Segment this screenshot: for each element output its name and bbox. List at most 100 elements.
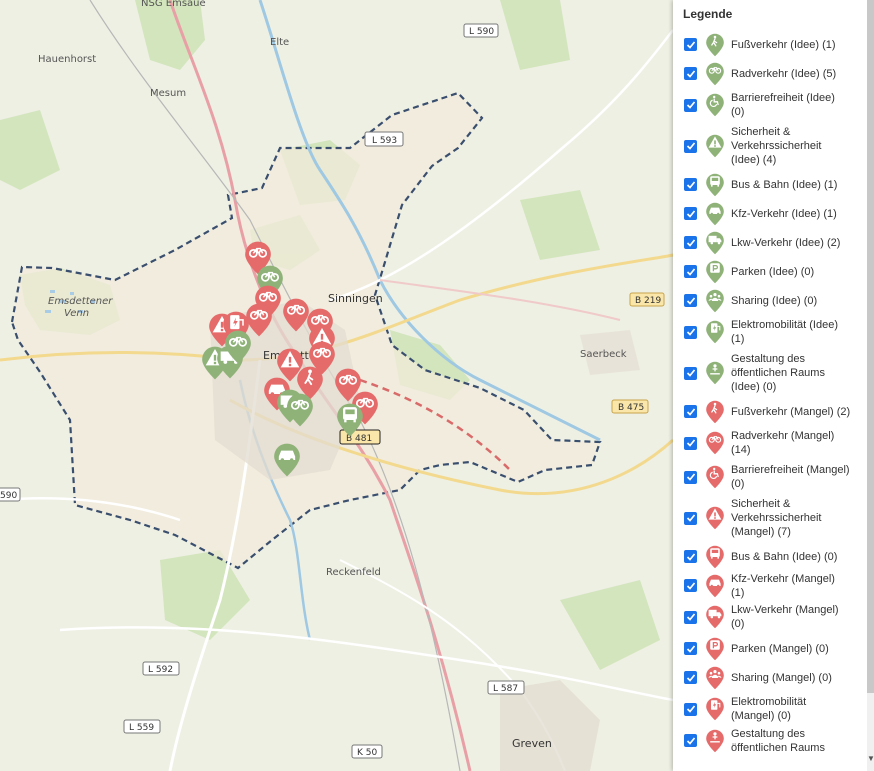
legend-item[interactable]: Parken (Idee) (0) [673, 257, 866, 286]
legend-item[interactable]: Parken (Mangel) (0) [673, 634, 866, 663]
legend-item-label: Lkw-Verkehr (Mangel) (0) [731, 604, 839, 630]
legend-item[interactable]: Bus & Bahn (Idee) (0) [673, 542, 866, 571]
wheelchair-icon [705, 465, 725, 489]
legend-item-label: Barrierefreiheit (Mangel) (0) [731, 464, 850, 490]
legend-item-label: Radverkehr (Idee) (5) [731, 67, 837, 80]
legend-checkbox[interactable] [684, 610, 697, 624]
legend-item[interactable]: Sicherheit & Verkehrssicherheit (Idee) (… [673, 122, 866, 170]
legend-item[interactable]: Gestaltung des öffentlichen Raums [673, 726, 866, 755]
legend-checkbox[interactable] [684, 579, 697, 592]
place-label-saerbeck: Saerbeck [580, 349, 627, 360]
place-label-sinningen: Sinningen [328, 292, 383, 305]
legend-item-label: Gestaltung des öffentlichen Raums [731, 727, 825, 754]
legend-item-label: Fußverkehr (Idee) (1) [731, 38, 836, 51]
bicycle-icon [705, 62, 725, 86]
legend-item-label: Parken (Idee) (0) [731, 265, 815, 278]
svg-text:L 587: L 587 [493, 684, 518, 694]
legend-item[interactable]: Kfz-Verkehr (Idee) (1) [673, 199, 866, 228]
legend-checkbox[interactable] [684, 325, 697, 339]
sharing-icon [705, 289, 725, 313]
legend-checkbox[interactable] [684, 38, 697, 51]
legend-item[interactable]: Lkw-Verkehr (Idee) (2) [673, 228, 866, 257]
legend-item[interactable]: Gestaltung des öffentlichen Raums (Idee)… [673, 349, 866, 397]
legend-item-label: Fußverkehr (Mangel) (2) [731, 405, 851, 418]
legend-item[interactable]: Fußverkehr (Idee) (1) [673, 30, 866, 59]
legend-item[interactable]: Barrierefreiheit (Idee) (0) [673, 88, 866, 122]
legend-item[interactable]: Bus & Bahn (Idee) (1) [673, 170, 866, 199]
legend-checkbox[interactable] [684, 294, 697, 307]
road-badge: L 587 [487, 680, 525, 695]
public-space-icon [705, 361, 725, 385]
svg-text:L 559: L 559 [129, 723, 154, 733]
place-label-greven: Greven [512, 737, 552, 750]
legend-checkbox[interactable] [684, 98, 697, 112]
legend-item[interactable]: Sharing (Mangel) (0) [673, 663, 866, 692]
svg-text:590: 590 [0, 491, 17, 501]
legend-checkbox[interactable] [684, 734, 697, 747]
bus-icon [705, 173, 725, 197]
legend-item-label: Kfz-Verkehr (Mangel) (1) [731, 572, 835, 599]
legend-item-label: Sharing (Mangel) (0) [731, 671, 832, 684]
place-label-venn: Venn [64, 308, 89, 319]
legend-checkbox[interactable] [684, 405, 697, 418]
legend-item[interactable]: Elektromobilität (Idee) (1) [673, 315, 866, 349]
bus-icon [705, 545, 725, 569]
bicycle-icon [705, 431, 725, 455]
place-label-elte: Elte [270, 37, 289, 48]
legend-item[interactable]: Kfz-Verkehr (Mangel) (1) [673, 571, 866, 600]
svg-text:B 219: B 219 [635, 296, 661, 306]
legend-checkbox[interactable] [684, 265, 697, 278]
legend-checkbox[interactable] [684, 702, 697, 716]
legend-checkbox[interactable] [684, 511, 697, 525]
legend-item[interactable]: Barrierefreiheit (Mangel) (0) [673, 460, 866, 494]
legend-scrollbar-thumb[interactable] [867, 0, 874, 693]
pedestrian-icon [705, 33, 725, 57]
svg-text:L 592: L 592 [148, 665, 173, 675]
legend-item[interactable]: Radverkehr (Idee) (5) [673, 59, 866, 88]
legend-item-label: Gestaltung des öffentlichen Raums (Idee)… [731, 353, 825, 393]
truck-icon [705, 231, 725, 255]
legend-item-label: Elektromobilität (Idee) (1) [731, 319, 838, 345]
legend-item-label: Bus & Bahn (Idee) (1) [731, 178, 838, 191]
legend-checkbox[interactable] [684, 671, 697, 684]
legend-item[interactable]: Fußverkehr (Mangel) (2) [673, 397, 866, 426]
svg-text:L 593: L 593 [372, 136, 397, 146]
scroll-down-arrow-icon[interactable]: ▼ [867, 755, 874, 763]
legend-checkbox[interactable] [684, 470, 697, 484]
legend-item[interactable]: Sharing (Idee) (0) [673, 286, 866, 315]
legend-checkbox[interactable] [684, 436, 697, 450]
car-icon [705, 202, 725, 226]
legend-item-label: Kfz-Verkehr (Idee) (1) [731, 207, 837, 220]
road-badge: L 559 [123, 719, 161, 734]
legend-item[interactable]: Lkw-Verkehr (Mangel) (0) [673, 600, 866, 634]
road-badge: B 219 [629, 292, 665, 307]
legend-checkbox[interactable] [684, 139, 697, 153]
legend-checkbox[interactable] [684, 207, 697, 220]
road-badge: K 50 [351, 744, 383, 759]
road-badge: L 593 [364, 131, 404, 147]
pedestrian-icon [705, 400, 725, 424]
road-badge: L 590 [463, 23, 499, 38]
legend-item-label: Elektromobilität (Mangel) (0) [731, 696, 807, 722]
parking-icon [705, 637, 725, 661]
legend-item-label: Barrierefreiheit (Idee) (0) [731, 92, 835, 118]
legend-checkbox[interactable] [684, 236, 697, 249]
place-label-hauenhorst: Hauenhorst [38, 54, 96, 65]
legend-item[interactable]: Radverkehr (Mangel) (14) [673, 426, 866, 460]
legend-item-label: Lkw-Verkehr (Idee) (2) [731, 236, 841, 249]
legend-checkbox[interactable] [684, 642, 697, 655]
legend-item-label: Radverkehr (Mangel) (14) [731, 430, 835, 456]
place-label-emsdettener: Emsdettener [48, 296, 113, 307]
legend-checkbox[interactable] [684, 67, 697, 80]
legend-item-label: Sharing (Idee) (0) [731, 294, 818, 307]
public-space-icon [705, 729, 725, 753]
legend-checkbox[interactable] [684, 178, 697, 191]
legend-checkbox[interactable] [684, 550, 697, 563]
legend-scrollbar[interactable]: ▼ [867, 0, 874, 771]
legend-item[interactable]: Elektromobilität (Mangel) (0) [673, 692, 866, 726]
legend-item[interactable]: Sicherheit & Verkehrssicherheit (Mangel)… [673, 494, 866, 542]
charging-icon [705, 320, 725, 344]
legend-checkbox[interactable] [684, 366, 697, 380]
sharing-icon [705, 666, 725, 690]
road-badge: 590 [0, 487, 21, 502]
